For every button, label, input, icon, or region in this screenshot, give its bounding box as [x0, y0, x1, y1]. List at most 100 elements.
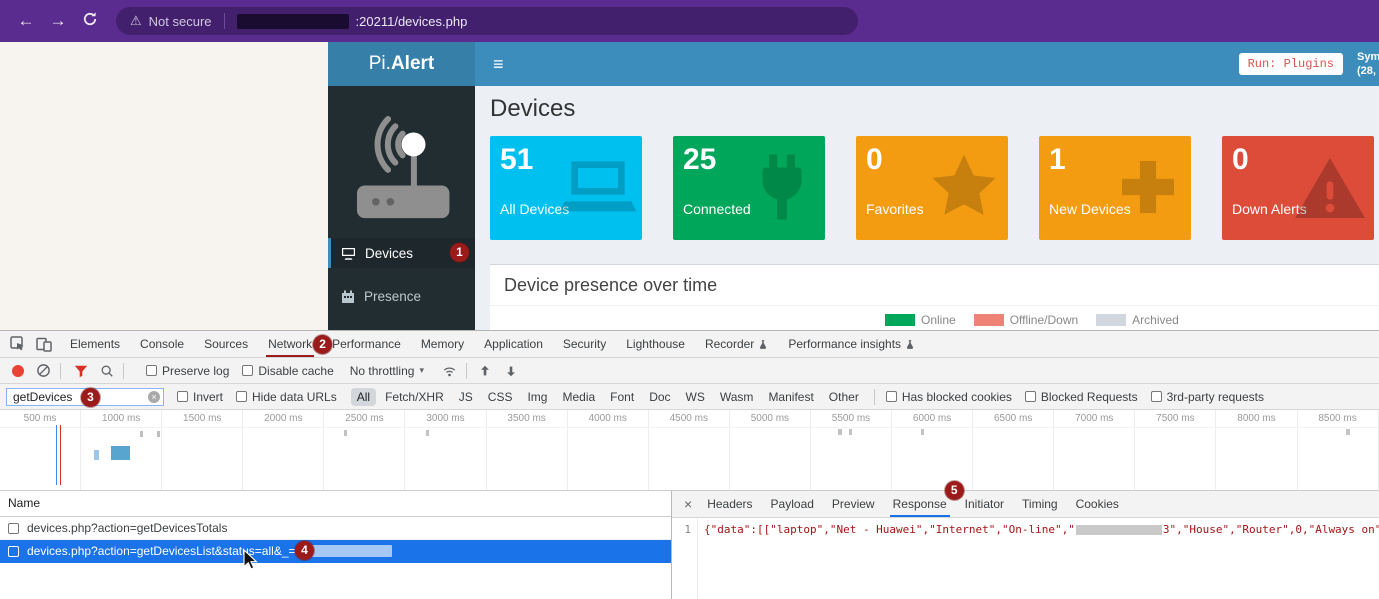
invert-checkbox[interactable]: Invert [177, 390, 223, 404]
type-filter-doc[interactable]: Doc [643, 388, 676, 406]
reload-icon[interactable] [74, 11, 106, 32]
legend-online[interactable]: Online [885, 313, 956, 327]
tab-application[interactable]: Application [474, 331, 553, 357]
export-har-icon[interactable] [504, 364, 518, 378]
legend-archived[interactable]: Archived [1096, 313, 1179, 327]
checkbox [1151, 391, 1162, 402]
tab-console[interactable]: Console [130, 331, 194, 357]
detail-tab-response[interactable]: Response 5 [884, 491, 956, 517]
tab-sources[interactable]: Sources [194, 331, 258, 357]
type-filter-media[interactable]: Media [556, 388, 601, 406]
type-filter-all[interactable]: All [351, 388, 376, 406]
checkbox-label: Invert [193, 390, 223, 404]
filter-icon[interactable] [74, 364, 88, 378]
type-filter-css[interactable]: CSS [482, 388, 519, 406]
run-plugins-button[interactable]: Run: Plugins [1239, 53, 1343, 75]
blocked-requests-checkbox[interactable]: Blocked Requests [1025, 390, 1138, 404]
redacted-hostname [237, 14, 349, 29]
sidebar-toggle-icon[interactable]: ≡ [493, 54, 504, 75]
request-row-devices-list[interactable]: devices.php?action=getDevicesList&status… [0, 540, 671, 563]
activity-mark [344, 430, 347, 436]
inspect-element-icon[interactable] [10, 336, 26, 352]
detail-tab-payload[interactable]: Payload [762, 491, 823, 517]
type-filter-manifest[interactable]: Manifest [762, 388, 819, 406]
checkbox[interactable] [8, 523, 19, 534]
activity-mark [140, 431, 143, 437]
tab-label: Sources [204, 337, 248, 351]
chart-legend: Online Offline/Down Archived [885, 313, 1179, 327]
requests-name-header[interactable]: Name [0, 491, 671, 517]
timeline-grid: 500 ms 1000 ms 1500 ms 2000 ms 2500 ms 3… [0, 410, 1379, 490]
detail-tab-timing[interactable]: Timing [1013, 491, 1067, 517]
experiment-flask-icon [758, 339, 768, 350]
annotation-badge-3: 3 [81, 388, 100, 407]
third-party-requests-checkbox[interactable]: 3rd-party requests [1151, 390, 1264, 404]
timeline-tick: 7000 ms [1054, 410, 1135, 490]
timeline-tick: 6000 ms [892, 410, 973, 490]
tab-elements[interactable]: Elements [60, 331, 130, 357]
type-filter-img[interactable]: Img [521, 388, 553, 406]
preserve-log-checkbox[interactable]: Preserve log [146, 364, 229, 378]
close-detail-icon[interactable]: × [684, 496, 692, 512]
tab-label: Performance insights [788, 337, 901, 351]
type-filter-other[interactable]: Other [823, 388, 865, 406]
tab-performance-insights[interactable]: Performance insights [778, 331, 925, 357]
detail-tab-initiator[interactable]: Initiator [956, 491, 1013, 517]
legend-offline[interactable]: Offline/Down [974, 313, 1078, 327]
import-har-icon[interactable] [478, 364, 492, 378]
card-connected[interactable]: 25 Connected [673, 136, 825, 240]
header-info: Sym (28, [1357, 50, 1379, 79]
tab-security[interactable]: Security [553, 331, 616, 357]
clear-filter-icon[interactable]: × [148, 391, 160, 403]
sidebar-menu: Devices 1 Presence [328, 238, 475, 324]
network-timeline-overview[interactable]: 500 ms 1000 ms 1500 ms 2000 ms 2500 ms 3… [0, 410, 1379, 491]
detail-tab-preview[interactable]: Preview [823, 491, 884, 517]
detail-tab-cookies[interactable]: Cookies [1067, 491, 1128, 517]
type-filter-js[interactable]: JS [453, 388, 479, 406]
response-viewer[interactable]: 1 {"data":[["laptop","Net - Huawei","Int… [672, 518, 1379, 599]
network-detail-split: Name devices.php?action=getDevicesTotals… [0, 491, 1379, 599]
toolbar-divider [123, 363, 124, 379]
hide-data-urls-checkbox[interactable]: Hide data URLs [236, 390, 337, 404]
annotation-badge-2: 2 [313, 335, 332, 354]
tab-lighthouse[interactable]: Lighthouse [616, 331, 695, 357]
type-filter-wasm[interactable]: Wasm [714, 388, 760, 406]
tab-network[interactable]: Network 2 [258, 331, 322, 357]
throttling-select[interactable]: No throttling ▾ [350, 364, 424, 378]
type-filter-ws[interactable]: WS [680, 388, 711, 406]
tab-performance[interactable]: Performance [322, 331, 411, 357]
type-filter-fetch-xhr[interactable]: Fetch/XHR [379, 388, 450, 406]
legend-swatch-online [885, 314, 915, 326]
network-conditions-icon[interactable] [442, 364, 457, 378]
device-toolbar-icon[interactable] [36, 336, 52, 352]
filter-input[interactable]: getDevices 3 × [6, 388, 164, 406]
has-blocked-cookies-checkbox[interactable]: Has blocked cookies [886, 390, 1012, 404]
checkbox[interactable] [8, 546, 19, 557]
tab-memory[interactable]: Memory [411, 331, 474, 357]
card-all-devices[interactable]: 51 All Devices [490, 136, 642, 240]
app-logo[interactable]: Pi.Alert [328, 42, 475, 86]
sidebar-item-presence[interactable]: Presence [328, 281, 475, 311]
disable-cache-checkbox[interactable]: Disable cache [242, 364, 333, 378]
forward-icon[interactable]: → [42, 11, 74, 31]
checkbox [236, 391, 247, 402]
tab-recorder[interactable]: Recorder [695, 331, 778, 357]
tab-label: Initiator [965, 497, 1004, 511]
tab-label: Payload [771, 497, 814, 511]
experiment-flask-icon [905, 339, 915, 350]
record-button[interactable] [12, 365, 24, 377]
back-icon[interactable]: ← [10, 11, 42, 31]
search-icon[interactable] [100, 364, 114, 378]
type-filter-font[interactable]: Font [604, 388, 640, 406]
sidebar-item-devices[interactable]: Devices 1 [328, 238, 475, 268]
request-row-totals[interactable]: devices.php?action=getDevicesTotals [0, 517, 671, 540]
checkbox [1025, 391, 1036, 402]
card-new-devices[interactable]: 1 New Devices [1039, 136, 1191, 240]
card-down-alerts[interactable]: 0 Down Alerts [1222, 136, 1374, 240]
address-bar[interactable]: ⚠ Not secure :20211/devices.php [116, 7, 858, 35]
clear-requests-icon[interactable] [36, 363, 51, 378]
tab-label: Cookies [1076, 497, 1119, 511]
detail-tab-headers[interactable]: Headers [698, 491, 761, 517]
activity-mark [426, 430, 429, 436]
card-favorites[interactable]: 0 Favorites [856, 136, 1008, 240]
